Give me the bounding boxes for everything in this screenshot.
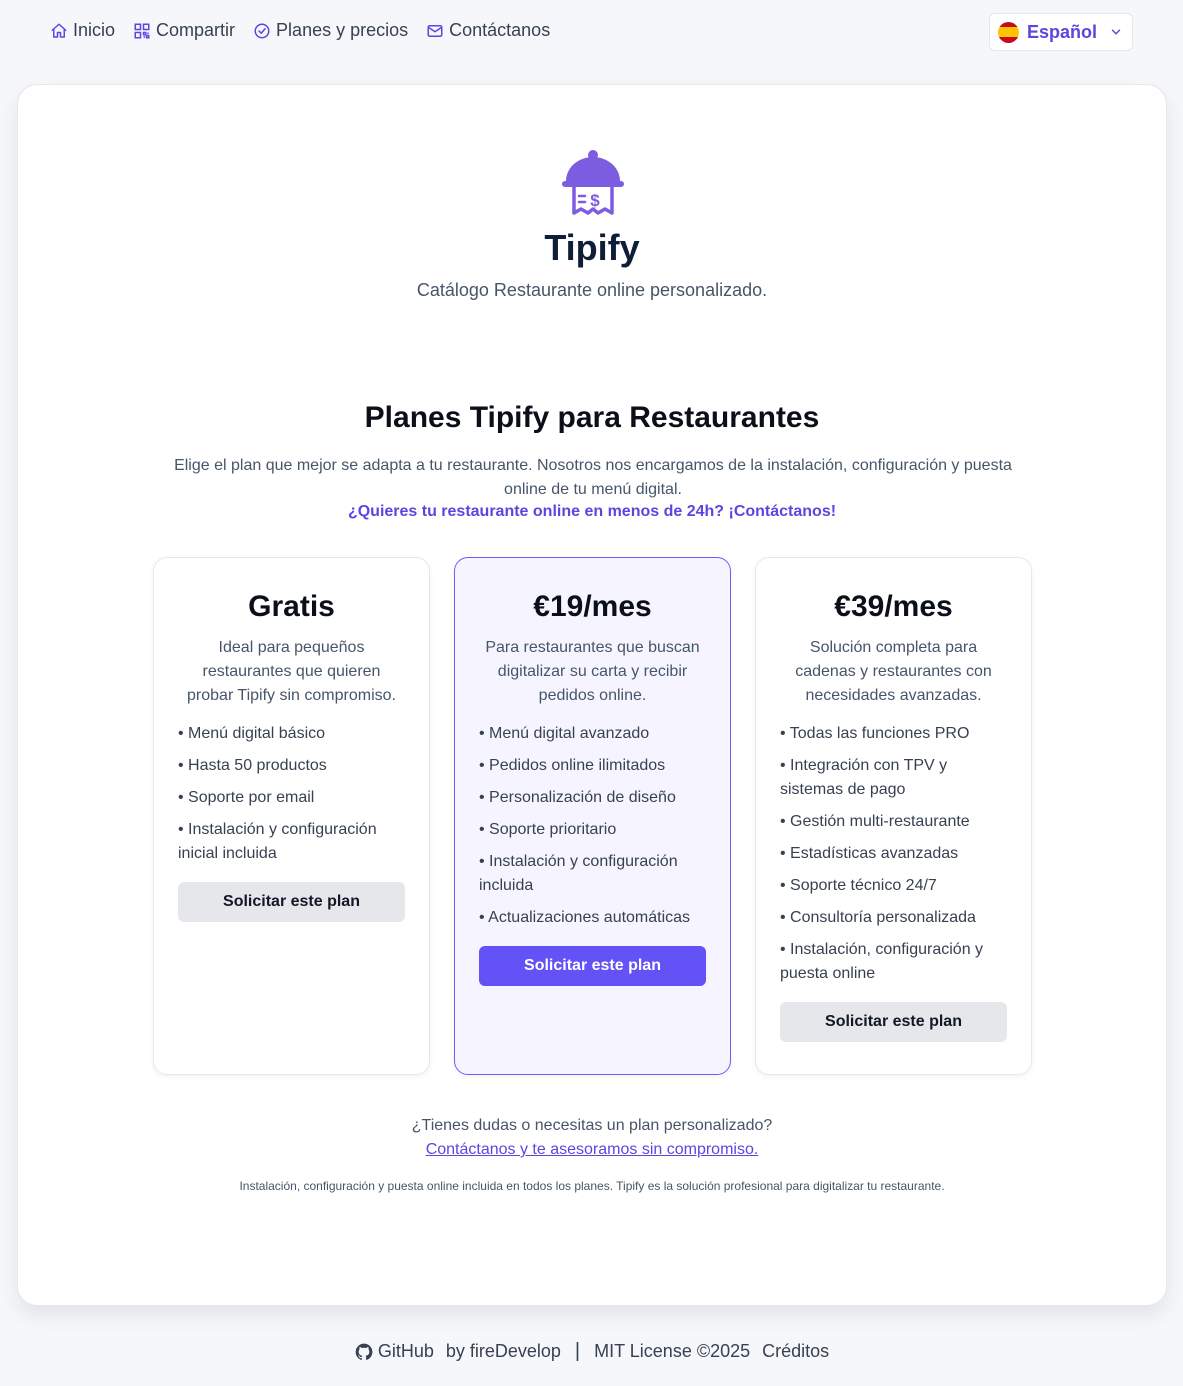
plan-price: Gratis — [248, 590, 335, 623]
footer-separator: | — [574, 1340, 581, 1362]
license-text: MIT License ©2025 — [594, 1341, 751, 1361]
cloche-receipt-logo-icon: $ — [562, 150, 624, 215]
github-icon — [355, 1343, 373, 1360]
plan-card-39: €39/mes Solución completa para cadenas y… — [755, 557, 1032, 1075]
nav-item-label: Compartir — [156, 20, 236, 40]
language-selector[interactable]: Español — [989, 13, 1133, 51]
nav-item-planes[interactable]: Planes y precios — [253, 20, 408, 41]
plan-card-free: Gratis Ideal para pequeños restaurantes … — [153, 557, 430, 1075]
app-title: Tipify — [544, 227, 640, 268]
nav-item-label: Contáctanos — [449, 20, 551, 40]
plan-feature: Instalación y configuración incluida — [479, 850, 706, 898]
home-icon — [51, 23, 67, 38]
plan-feature: Integración con TPV y sistemas de pago — [780, 754, 1007, 802]
mail-icon — [427, 24, 443, 37]
github-label: GitHub — [377, 1341, 434, 1361]
plan-feature: Pedidos online ilimitados — [479, 754, 706, 778]
nav-item-inicio[interactable]: Inicio — [50, 20, 115, 41]
plan-feature: Hasta 50 productos — [178, 754, 405, 778]
nav-item-compartir[interactable]: Compartir — [133, 20, 235, 41]
plan-price: €19/mes — [533, 590, 652, 623]
top-nav: Inicio Compartir Planes y precios Contác… — [0, 0, 1183, 64]
plan-feature: Instalación, configuración y puesta onli… — [780, 938, 1007, 986]
nav-item-label: Inicio — [73, 20, 116, 40]
plan-feature: Todas las funciones PRO — [780, 722, 1007, 746]
main-card: $ Tipify Catálogo Restaurante online per… — [17, 84, 1167, 1306]
author-credit: by fireDevelop — [445, 1341, 561, 1361]
plan-description: Ideal para pequeños restaurantes que qui… — [187, 639, 396, 704]
plan-feature-list: Todas las funciones PRO Integración con … — [780, 722, 1007, 986]
help-question: ¿Tienes dudas o necesitas un plan person… — [411, 1117, 773, 1134]
nav-links: Inicio Compartir Planes y precios Contác… — [50, 20, 550, 41]
spain-flag-icon — [998, 21, 1019, 43]
plan-feature: Instalación y configuración inicial incl… — [178, 818, 405, 866]
plan-feature: Soporte por email — [178, 786, 405, 810]
plan-feature: Personalización de diseño — [479, 786, 706, 810]
plan-feature: Menú digital básico — [178, 722, 405, 746]
help-contact-link[interactable]: Contáctanos y te asesoramos sin compromi… — [18, 1141, 1166, 1159]
plan-description: Solución completa para cadenas y restaur… — [795, 639, 992, 704]
plan-description: Para restaurantes que buscan digitalizar… — [485, 639, 700, 704]
plan-feature: Consultoría personalizada — [780, 906, 1007, 930]
app-tagline: Catálogo Restaurante online personalizad… — [416, 280, 768, 300]
svg-text:$: $ — [590, 191, 600, 210]
plan-feature: Menú digital avanzado — [479, 722, 706, 746]
github-link[interactable]: GitHub — [354, 1341, 434, 1362]
nav-item-contactanos[interactable]: Contáctanos — [426, 20, 550, 41]
credits-link[interactable]: Créditos — [762, 1341, 829, 1362]
check-circle-icon — [254, 23, 270, 38]
plans-title: Planes Tipify para Restaurantes — [364, 401, 820, 434]
plan-feature: Actualizaciones automáticas — [479, 906, 706, 930]
plan-feature-list: Menú digital básico Hasta 50 productos S… — [178, 722, 405, 866]
plan-feature: Estadísticas avanzadas — [780, 842, 1007, 866]
plan-feature: Soporte prioritario — [479, 818, 706, 842]
chevron-down-icon — [1111, 29, 1121, 35]
request-plan-button[interactable]: Solicitar este plan — [780, 1002, 1007, 1042]
language-label: Español — [1027, 21, 1098, 42]
plan-card-19: €19/mes Para restaurantes que buscan dig… — [454, 557, 731, 1075]
plan-price: €39/mes — [834, 590, 953, 623]
qr-code-icon — [134, 23, 150, 38]
plan-feature-list: Menú digital avanzado Pedidos online ili… — [479, 722, 706, 930]
plans-contact-cta[interactable]: ¿Quieres tu restaurante online en menos … — [18, 503, 1166, 521]
request-plan-button[interactable]: Solicitar este plan — [178, 882, 405, 922]
request-plan-button[interactable]: Solicitar este plan — [479, 946, 706, 986]
plan-feature: Gestión multi-restaurante — [780, 810, 1007, 834]
nav-item-label: Planes y precios — [276, 20, 409, 40]
plans-note: Instalación, configuración y puesta onli… — [239, 1179, 945, 1193]
plans-description: Elige el plan que mejor se adapta a tu r… — [174, 457, 1012, 498]
plan-feature: Soporte técnico 24/7 — [780, 874, 1007, 898]
footer: GitHub by fireDevelop | MIT License ©202… — [0, 1340, 1183, 1363]
